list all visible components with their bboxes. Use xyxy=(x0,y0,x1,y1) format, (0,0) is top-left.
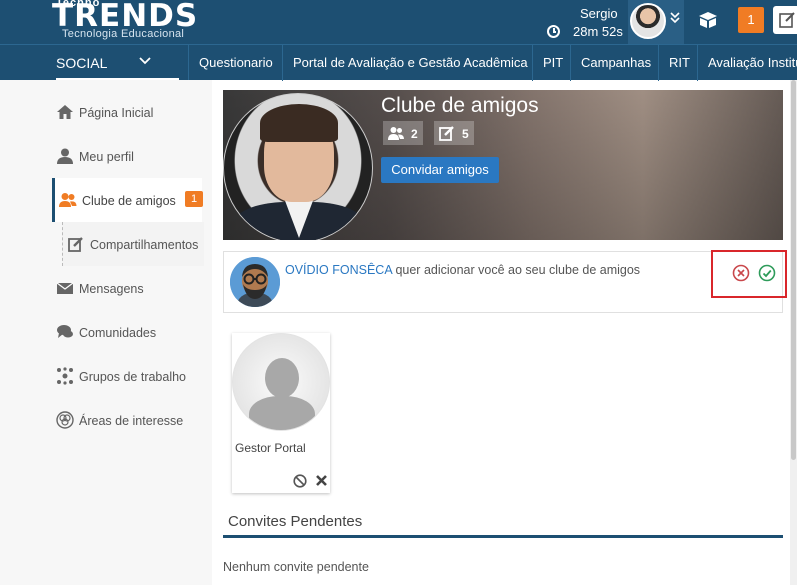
interest-icon xyxy=(56,411,74,429)
nav-item-questionario[interactable]: Questionario xyxy=(188,45,283,81)
friend-name[interactable]: Gestor Portal xyxy=(235,441,306,455)
nav-item-portal-avaliacao[interactable]: Portal de Avaliação e Gestão Acadêmica xyxy=(282,45,538,81)
pending-invites-title: Convites Pendentes xyxy=(228,513,363,530)
logo-tagline: Tecnologia Educacional xyxy=(62,28,185,40)
friend-request-card: OVÍDIO FONSÊCA quer adicionar você ao se… xyxy=(223,251,783,313)
nav-item-pit[interactable]: PIT xyxy=(532,45,573,81)
edit-icon xyxy=(68,237,83,252)
invite-friends-button[interactable]: Convidar amigos xyxy=(381,157,499,183)
friend-avatar[interactable] xyxy=(232,333,330,431)
sidebar-item-mensagens[interactable]: Mensagens xyxy=(52,266,202,310)
chevron-down-icon[interactable] xyxy=(670,12,680,27)
user-name[interactable]: Sergio xyxy=(580,6,618,21)
home-icon xyxy=(57,105,73,119)
sidebar-item-label: Meu perfil xyxy=(79,150,134,164)
chevron-down-icon[interactable] xyxy=(138,54,152,68)
clock-icon xyxy=(547,25,560,38)
friends-count: 2 xyxy=(411,127,418,141)
edit-icon[interactable] xyxy=(773,6,797,34)
sidebar-item-pagina-inicial[interactable]: Página Inicial xyxy=(52,90,202,134)
user-menu[interactable] xyxy=(628,0,684,44)
pending-divider xyxy=(223,535,783,538)
sidebar-item-label: Compartilhamentos xyxy=(90,238,199,252)
scrollbar-thumb[interactable] xyxy=(791,80,796,460)
edit-icon xyxy=(439,126,454,141)
block-icon[interactable] xyxy=(293,474,307,488)
silhouette-body xyxy=(249,396,315,430)
sidebar-item-label: Áreas de interesse xyxy=(79,414,184,428)
sidebar-item-comunidades[interactable]: Comunidades xyxy=(52,310,202,354)
sidebar-item-label: Página Inicial xyxy=(79,106,154,120)
notification-badge[interactable]: 1 xyxy=(738,7,764,33)
request-actions-highlight xyxy=(711,250,787,298)
top-header: Techno TRENDS Tecnologia Educacional Ser… xyxy=(0,0,797,44)
requester-link[interactable]: OVÍDIO FONSÊCA xyxy=(285,263,392,277)
shares-count: 5 xyxy=(462,127,469,141)
friends-count-chip[interactable]: 2 xyxy=(383,121,423,145)
nav-item-rit[interactable]: RIT xyxy=(658,45,700,81)
session-timer: 28m 52s xyxy=(573,24,623,39)
sidebar-item-areas-de-interesse[interactable]: Áreas de interesse xyxy=(52,398,202,442)
users-icon xyxy=(388,127,404,140)
requester-avatar[interactable] xyxy=(230,257,280,307)
users-icon xyxy=(59,193,77,207)
sidebar-item-meu-perfil[interactable]: Meu perfil xyxy=(52,134,202,178)
close-icon[interactable] xyxy=(315,474,328,487)
silhouette-head xyxy=(265,358,299,398)
profile-photo xyxy=(223,93,373,240)
main-nav: SOCIAL Questionario Portal de Avaliação … xyxy=(0,44,797,81)
nav-section-label: SOCIAL xyxy=(56,55,108,71)
request-message: quer adicionar você ao seu clube de amig… xyxy=(395,263,641,277)
nav-item-avaliacao-institucional[interactable]: Avaliação Institu xyxy=(697,45,797,81)
sidebar-item-label: Mensagens xyxy=(79,282,144,296)
friend-card[interactable]: Gestor Portal xyxy=(232,333,330,493)
user-icon xyxy=(57,148,73,164)
pending-empty-text: Nenhum convite pendente xyxy=(223,560,369,574)
box-icon[interactable] xyxy=(697,10,719,30)
network-icon xyxy=(57,367,73,385)
reject-icon[interactable] xyxy=(732,264,750,282)
comments-icon xyxy=(57,325,73,338)
shares-count-chip[interactable]: 5 xyxy=(434,121,474,145)
page-title: Clube de amigos xyxy=(381,94,539,117)
sidebar-item-compartilhamentos[interactable]: Compartilhamentos xyxy=(62,222,204,266)
accept-icon[interactable] xyxy=(758,264,776,282)
avatar[interactable] xyxy=(630,3,666,39)
sidebar-item-grupos-de-trabalho[interactable]: Grupos de trabalho xyxy=(52,354,202,398)
envelope-icon xyxy=(56,282,74,294)
nav-section-social[interactable]: SOCIAL xyxy=(56,45,179,81)
friend-request-text: OVÍDIO FONSÊCA quer adicionar você ao se… xyxy=(285,263,640,277)
photo-hair xyxy=(260,104,338,142)
nav-item-campanhas[interactable]: Campanhas xyxy=(570,45,661,81)
sidebar-item-label: Comunidades xyxy=(79,326,157,340)
friends-count-badge: 1 xyxy=(185,191,203,207)
sidebar-item-clube-de-amigos[interactable]: Clube de amigos 1 xyxy=(52,178,203,222)
sidebar-item-label: Clube de amigos xyxy=(82,194,176,208)
sidebar-item-label: Grupos de trabalho xyxy=(79,370,187,384)
